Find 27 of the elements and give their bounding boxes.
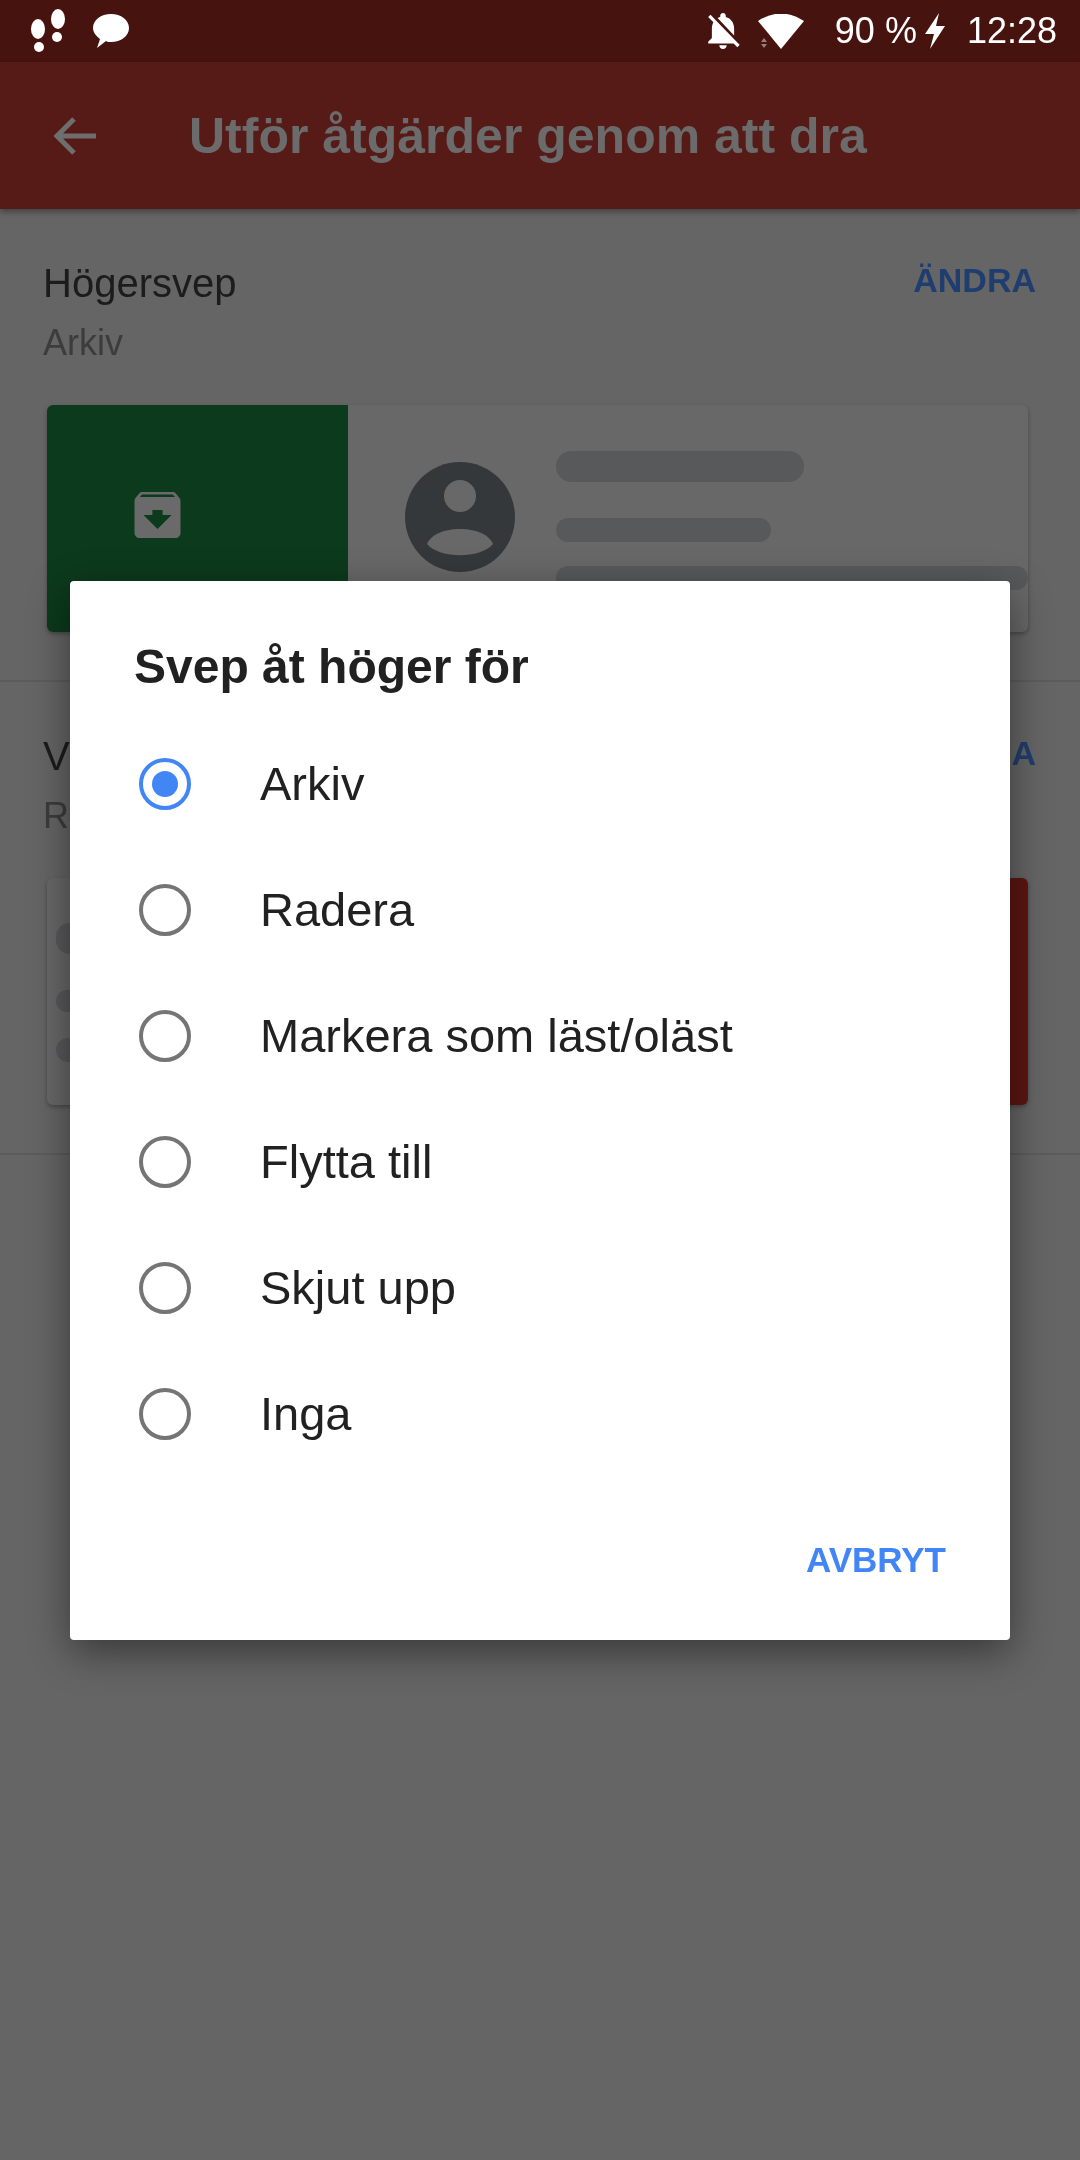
option-label[interactable]: Flytta till [260,1134,433,1190]
option-label[interactable]: Skjut upp [260,1260,456,1316]
chat-bubble-icon [92,12,130,50]
back-arrow-icon[interactable] [52,115,96,156]
option-label[interactable]: Inga [260,1386,352,1442]
cancel-button[interactable]: AVBRYT [790,1524,962,1596]
radio-button[interactable] [139,1010,191,1062]
setting-title: V [43,733,70,780]
radio-button[interactable] [139,1262,191,1314]
dialog-title: Svep åt höger för [134,639,529,695]
option-label[interactable]: Markera som läst/oläst [260,1008,733,1064]
battery-percentage: 90 % [834,11,917,51]
radio-button[interactable] [139,884,191,936]
radio-button[interactable] [139,1388,191,1440]
footprints-icon [29,9,67,53]
option-label[interactable]: Radera [260,882,415,938]
archive-icon [134,492,181,538]
wifi-icon [757,13,804,49]
bell-off-icon [705,12,740,50]
app-bar-title: Utför åtgärder genom att dra [189,106,867,165]
avatar-placeholder-icon [405,462,515,572]
clock-time: 12:28 [966,11,1057,51]
charging-bolt-icon [922,13,947,49]
radio-button[interactable] [139,1136,191,1188]
radio-button[interactable] [139,758,191,810]
setting-title: Högersvep [43,260,237,307]
option-label[interactable]: Arkiv [260,756,365,812]
